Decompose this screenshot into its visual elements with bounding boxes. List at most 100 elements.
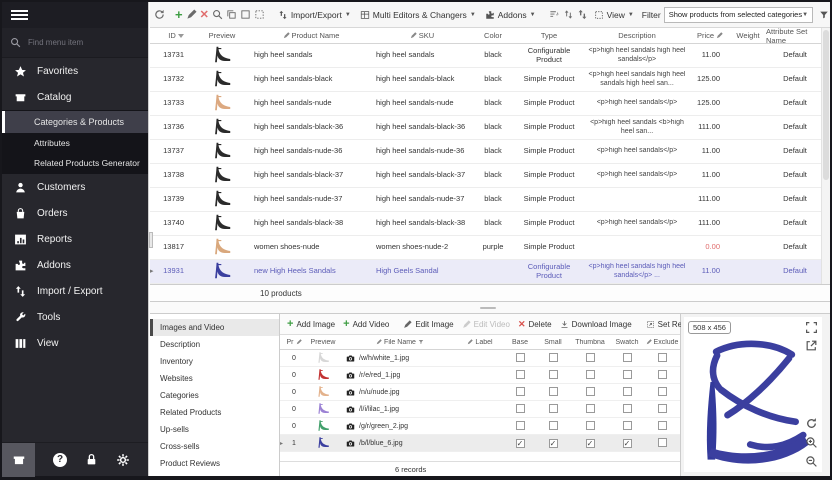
- fullscreen-icon[interactable]: [805, 321, 818, 334]
- exclude-checkbox[interactable]: [658, 370, 667, 379]
- small-checkbox[interactable]: ✓: [549, 439, 558, 448]
- exclude-checkbox[interactable]: [658, 353, 667, 362]
- swatch-checkbox[interactable]: [623, 370, 632, 379]
- sidebar-item-customers[interactable]: Customers: [2, 174, 148, 200]
- swatch-checkbox[interactable]: [623, 387, 632, 396]
- column-pr[interactable]: Pr: [286, 339, 302, 346]
- scrollbar-thumb[interactable]: [823, 30, 829, 180]
- filters-dropdown[interactable]: Filters ▼: [816, 8, 832, 22]
- addons-dropdown[interactable]: Addons ▼: [482, 8, 539, 22]
- download-image-button[interactable]: Download Image: [557, 318, 635, 331]
- sidebar-item-attributes[interactable]: Attributes: [2, 133, 148, 153]
- swatch-checkbox[interactable]: [623, 421, 632, 430]
- column-id[interactable]: ID: [158, 31, 194, 40]
- select-tool-button[interactable]: [254, 7, 265, 23]
- column-product-name[interactable]: Product Name: [250, 31, 372, 40]
- tab-up-sells[interactable]: Up-sells: [150, 421, 279, 438]
- menu-search-input[interactable]: [28, 38, 128, 47]
- table-row[interactable]: 13739 high heel sandals-nude-37 high hee…: [150, 188, 821, 212]
- small-checkbox[interactable]: [549, 404, 558, 413]
- table-row[interactable]: 13738 high heel sandals-black-37 high he…: [150, 164, 821, 188]
- base-checkbox[interactable]: [516, 387, 525, 396]
- column-base[interactable]: Base: [504, 339, 536, 346]
- add-image-button[interactable]: +Add Image: [284, 316, 338, 332]
- base-checkbox[interactable]: [516, 353, 525, 362]
- base-checkbox[interactable]: [516, 421, 525, 430]
- vertical-scrollbar[interactable]: [821, 28, 830, 284]
- zoom-in-icon[interactable]: [805, 436, 818, 449]
- thumbnail-checkbox[interactable]: [586, 353, 595, 362]
- small-checkbox[interactable]: [549, 370, 558, 379]
- tab-categories[interactable]: Categories: [150, 387, 279, 404]
- tab-inventory[interactable]: Inventory: [150, 353, 279, 370]
- add-video-button[interactable]: +Add Video: [340, 316, 392, 332]
- image-row[interactable]: 0 /l/i/lilac_1.jpg: [280, 401, 680, 418]
- sidebar-item-related-products-generator[interactable]: Related Products Generator: [2, 153, 148, 173]
- checkbox-tool-button[interactable]: [240, 7, 251, 23]
- small-checkbox[interactable]: [549, 387, 558, 396]
- tab-websites[interactable]: Websites: [150, 370, 279, 387]
- column-sku[interactable]: SKU: [372, 31, 472, 40]
- sidebar-item-import-export[interactable]: Import / Export: [2, 278, 148, 304]
- view-dropdown[interactable]: View ▼: [591, 8, 637, 22]
- exclude-checkbox[interactable]: [658, 404, 667, 413]
- rotate-icon[interactable]: [805, 417, 818, 430]
- table-row-selected[interactable]: 13931 new High Heels Sandals High Geels …: [150, 260, 821, 284]
- column-exclude[interactable]: Exclude: [644, 339, 680, 346]
- small-checkbox[interactable]: [549, 421, 558, 430]
- sidebar-item-orders[interactable]: Orders: [2, 200, 148, 226]
- zoom-out-icon[interactable]: [805, 455, 818, 468]
- column-file-name[interactable]: File Name: [344, 339, 456, 346]
- image-row[interactable]: 0 /w/h/white_1.jpg: [280, 350, 680, 367]
- column-weight[interactable]: Weight: [730, 31, 766, 40]
- vertical-splitter[interactable]: [149, 232, 153, 248]
- image-row[interactable]: 0 /r/e/red_1.jpg: [280, 367, 680, 384]
- refresh-button[interactable]: [154, 7, 165, 23]
- sidebar-item-categories-products[interactable]: Categories & Products: [2, 111, 148, 133]
- small-checkbox[interactable]: [549, 353, 558, 362]
- tab-related-products[interactable]: Related Products: [150, 404, 279, 421]
- column-preview[interactable]: Preview: [302, 339, 344, 346]
- image-row[interactable]: 0 /n/u/nude.jpg: [280, 384, 680, 401]
- base-checkbox[interactable]: [516, 404, 525, 413]
- table-row[interactable]: 13732 high heel sandals-black high heel …: [150, 68, 821, 92]
- filter-select[interactable]: Show products from selected categories ▼: [664, 7, 813, 23]
- sidebar-item-view[interactable]: View: [2, 330, 148, 356]
- tab-images-and-video[interactable]: Images and Video: [150, 319, 279, 336]
- base-checkbox[interactable]: [516, 370, 525, 379]
- sidebar-item-reports[interactable]: Reports: [2, 226, 148, 252]
- swatch-checkbox[interactable]: [623, 404, 632, 413]
- table-row[interactable]: 13736 high heel sandals-black-36 high he…: [150, 116, 821, 140]
- exclude-checkbox[interactable]: [658, 438, 667, 447]
- tab-cross-sells[interactable]: Cross-sells: [150, 438, 279, 455]
- column-preview[interactable]: Preview: [194, 31, 250, 40]
- tab-product-reviews[interactable]: Product Reviews: [150, 455, 279, 472]
- table-row[interactable]: 13733 high heel sandals-nude high heel s…: [150, 92, 821, 116]
- column-swatch[interactable]: Swatch: [610, 339, 644, 346]
- image-row-selected[interactable]: 1 /b/l/blue_6.jpg ✓ ✓ ✓ ✓: [280, 435, 680, 452]
- import-export-dropdown[interactable]: Import/Export ▼: [275, 8, 354, 22]
- thumbnail-checkbox[interactable]: [586, 421, 595, 430]
- column-small[interactable]: Small: [536, 339, 570, 346]
- table-row[interactable]: 13817 women shoes-nude women shoes-nude-…: [150, 236, 821, 260]
- thumbnail-checkbox[interactable]: [586, 370, 595, 379]
- add-product-button[interactable]: +: [175, 7, 183, 23]
- base-checkbox[interactable]: ✓: [516, 439, 525, 448]
- edit-image-button[interactable]: Edit Image: [400, 318, 456, 331]
- sidebar-item-favorites[interactable]: Favorites: [2, 58, 148, 84]
- sidebar-item-tools[interactable]: Tools: [2, 304, 148, 330]
- column-type[interactable]: Type: [514, 31, 584, 40]
- transfer-button[interactable]: [577, 7, 588, 23]
- store-manager-button[interactable]: [2, 443, 35, 477]
- image-row[interactable]: 0 /g/r/green_2.jpg: [280, 418, 680, 435]
- sort-list-button[interactable]: [549, 7, 560, 23]
- column-label[interactable]: Label: [456, 339, 504, 346]
- thumbnail-checkbox[interactable]: [586, 387, 595, 396]
- open-external-icon[interactable]: [805, 339, 818, 352]
- column-price[interactable]: Price: [690, 31, 730, 40]
- sidebar-item-catalog[interactable]: Catalog: [2, 84, 148, 110]
- column-color[interactable]: Color: [472, 31, 514, 40]
- table-row[interactable]: 13731 high heel sandals high heel sandal…: [150, 44, 821, 68]
- sidebar-item-addons[interactable]: Addons: [2, 252, 148, 278]
- duplicate-button[interactable]: [226, 7, 237, 23]
